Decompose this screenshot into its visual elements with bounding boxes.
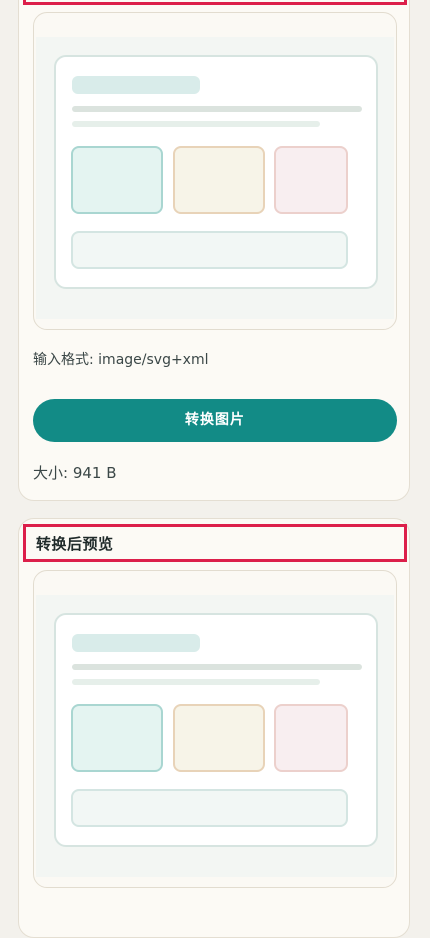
mock-tile-pink	[274, 146, 348, 214]
input-format-label: 输入格式: image/svg+xml	[33, 352, 209, 368]
mock-tile-beige	[173, 146, 265, 214]
input-preview-frame	[33, 12, 397, 330]
output-preview-title: 转换后预览	[36, 535, 114, 553]
mock-footer-bar	[71, 231, 348, 269]
mock-tile-pink	[274, 704, 348, 772]
highlight-box-top	[23, 0, 407, 5]
converted-preview-image	[54, 613, 378, 847]
mock-heading-pill	[72, 76, 200, 94]
mock-text-line	[72, 679, 320, 685]
mock-footer-bar	[71, 789, 348, 827]
mock-text-line	[72, 664, 362, 670]
mock-tile-teal	[71, 704, 163, 772]
output-preview-frame	[33, 570, 397, 888]
svg-preview-image	[54, 55, 378, 289]
mock-text-line	[72, 121, 320, 127]
file-size-label: 大小: 941 B	[33, 464, 117, 482]
mock-tile-teal	[71, 146, 163, 214]
mock-tile-beige	[173, 704, 265, 772]
highlight-box-title: 转换后预览	[23, 524, 407, 562]
mock-text-line	[72, 106, 362, 112]
mock-heading-pill	[72, 634, 200, 652]
convert-image-button[interactable]: 转换图片	[33, 399, 397, 442]
